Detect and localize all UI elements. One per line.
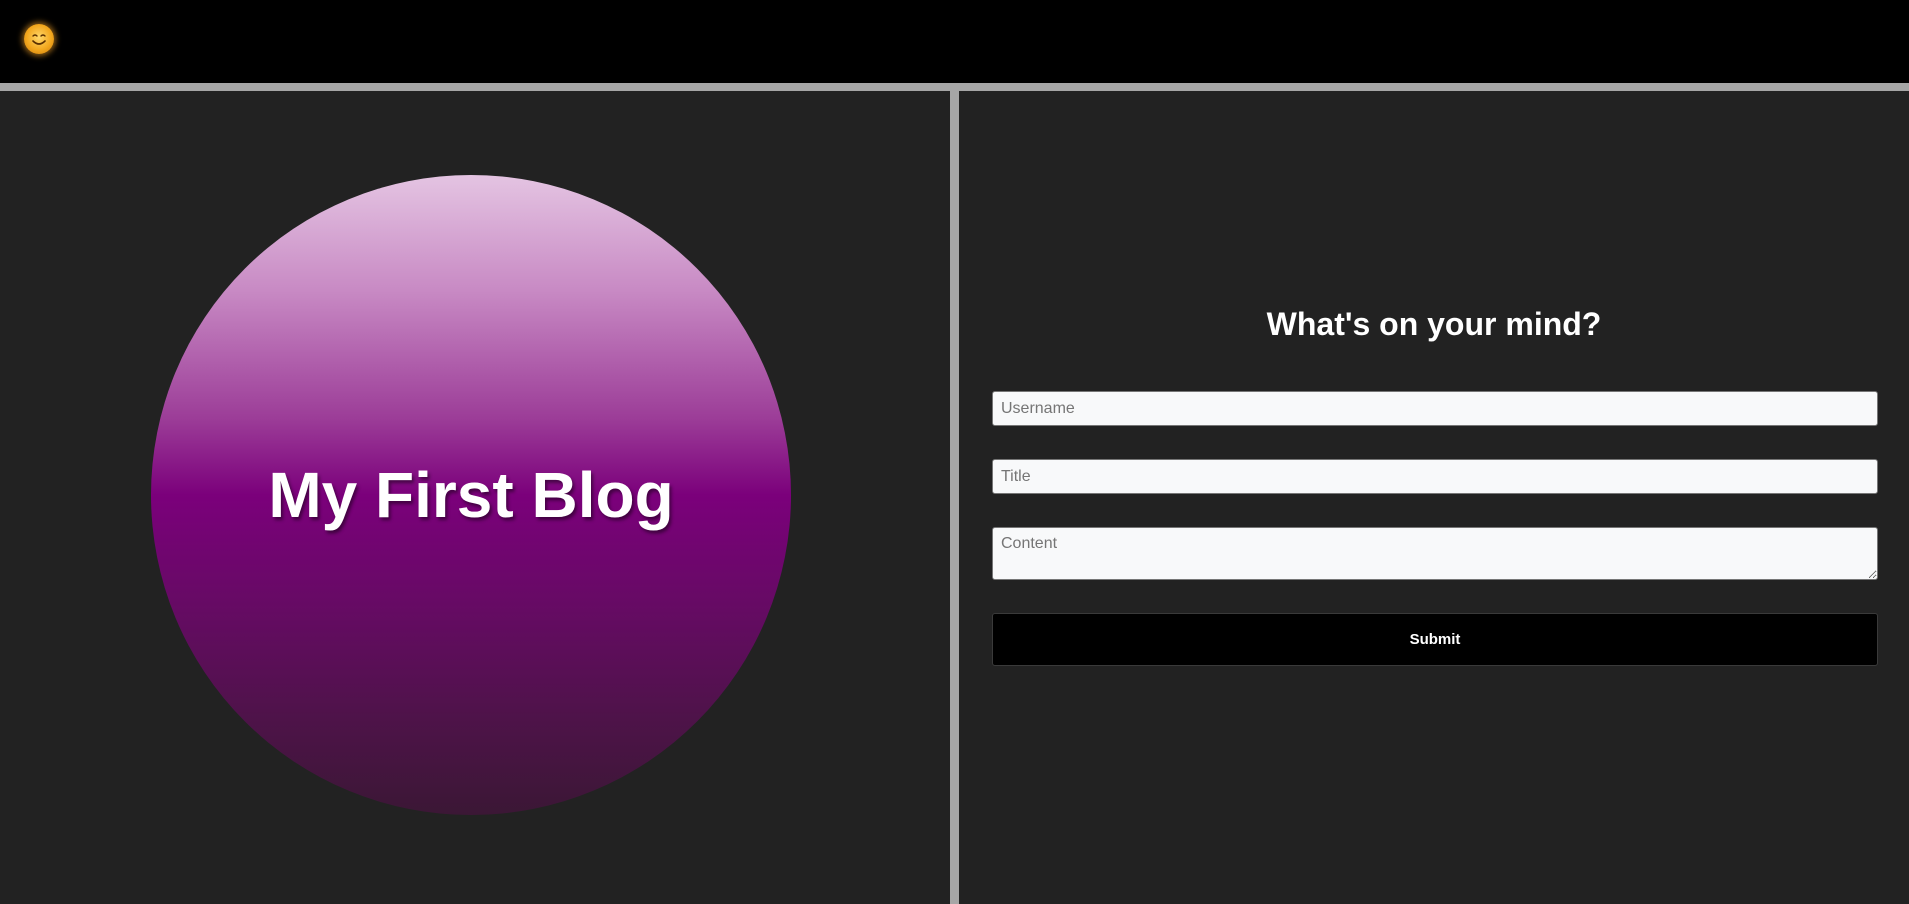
top-bar	[0, 0, 1909, 83]
post-form-panel: What's on your mind? Submit	[959, 91, 1909, 904]
header-divider	[0, 83, 1909, 91]
title-input[interactable]	[992, 459, 1878, 494]
form-heading: What's on your mind?	[1266, 306, 1602, 342]
content-textarea[interactable]	[992, 527, 1878, 580]
panel-divider	[950, 91, 959, 904]
submit-button[interactable]: Submit	[992, 613, 1878, 666]
username-input[interactable]	[992, 391, 1878, 426]
sun-face-icon[interactable]	[24, 24, 54, 54]
blog-title: My First Blog	[268, 459, 674, 531]
sun-face-glyph	[32, 34, 46, 45]
hero-circle: My First Blog	[151, 175, 791, 815]
hero-panel: My First Blog	[0, 91, 950, 904]
